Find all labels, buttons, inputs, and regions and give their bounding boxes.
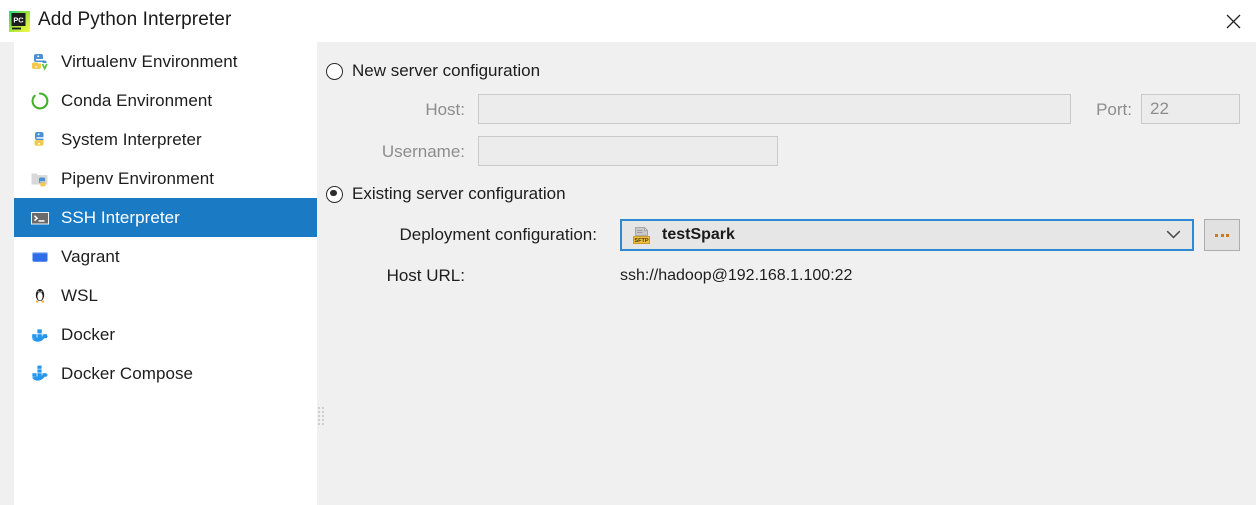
svg-text:PC: PC bbox=[13, 16, 24, 25]
sidebar-item-virtualenv-environment[interactable]: Virtualenv Environment bbox=[14, 42, 317, 81]
sidebar-item-label: Conda Environment bbox=[61, 90, 213, 110]
sidebar-item-vagrant[interactable]: Vagrant bbox=[14, 237, 317, 276]
dialog-content: Virtualenv Environment Conda Environment bbox=[0, 42, 1256, 505]
new-server-configuration-label: New server configuration bbox=[352, 61, 541, 80]
deployment-configuration-label: Deployment configuration: bbox=[399, 225, 597, 244]
sidebar-item-docker-compose[interactable]: Docker Compose bbox=[14, 354, 317, 393]
sidebar-item-system-interpreter[interactable]: System Interpreter bbox=[14, 120, 317, 159]
sidebar-item-wsl[interactable]: WSL bbox=[14, 276, 317, 315]
deployment-configuration-value: testSpark bbox=[662, 226, 735, 243]
sidebar-item-label: Pipenv Environment bbox=[61, 168, 215, 188]
port-label: Port: bbox=[1096, 100, 1132, 119]
deployment-configuration-dropdown[interactable]: SFTP testSpark bbox=[620, 219, 1194, 251]
title-bar: PC Add Python Interpreter bbox=[0, 0, 1256, 42]
host-url-value: ssh://hadoop@192.168.1.100:22 bbox=[620, 267, 853, 284]
browse-deployment-configuration-button[interactable] bbox=[1204, 219, 1240, 251]
sidebar-item-ssh-interpreter[interactable]: SSH Interpreter bbox=[14, 198, 317, 237]
new-server-configuration-radio[interactable]: New server configuration bbox=[326, 61, 540, 81]
sidebar-item-pipenv-environment[interactable]: Pipenv Environment bbox=[14, 159, 317, 198]
vagrant-icon bbox=[30, 247, 50, 267]
sidebar-item-label: SSH Interpreter bbox=[61, 207, 180, 227]
pipenv-icon bbox=[30, 169, 50, 189]
sidebar-item-label: Vagrant bbox=[61, 246, 120, 266]
radio-unchecked-icon bbox=[326, 62, 343, 80]
host-input[interactable] bbox=[478, 94, 1071, 124]
existing-server-configuration-radio[interactable]: Existing server configuration bbox=[326, 184, 566, 204]
docker-icon bbox=[30, 325, 50, 345]
chevron-down-icon[interactable] bbox=[1166, 226, 1181, 244]
sidebar-item-label: System Interpreter bbox=[61, 129, 202, 149]
sidebar-item-label: Docker bbox=[61, 324, 116, 344]
host-url-label: Host URL: bbox=[386, 266, 465, 285]
ssh-interpreter-settings-panel: New server configuration Host: Port: Use… bbox=[326, 42, 1255, 505]
pycharm-icon: PC bbox=[9, 11, 30, 32]
sidebar-item-conda-environment[interactable]: Conda Environment bbox=[14, 81, 317, 120]
radio-checked-icon bbox=[326, 185, 343, 203]
linux-penguin-icon bbox=[30, 286, 50, 306]
close-icon[interactable] bbox=[1210, 0, 1256, 42]
sidebar-item-docker[interactable]: Docker bbox=[14, 315, 317, 354]
sidebar-item-label: WSL bbox=[61, 285, 98, 305]
host-label: Host: bbox=[425, 100, 465, 119]
terminal-icon bbox=[30, 208, 50, 228]
virtualenv-icon bbox=[30, 52, 50, 72]
conda-icon bbox=[30, 91, 50, 111]
sidebar-item-label: Virtualenv Environment bbox=[61, 51, 238, 71]
sidebar-splitter[interactable] bbox=[317, 42, 326, 505]
add-python-interpreter-dialog: PC Add Python Interpreter Virtualenv Env… bbox=[0, 0, 1256, 505]
sftp-icon: SFTP bbox=[632, 225, 654, 245]
existing-server-configuration-label: Existing server configuration bbox=[352, 184, 566, 203]
splitter-grip-icon bbox=[318, 407, 325, 426]
docker-compose-icon bbox=[30, 364, 50, 384]
interpreter-type-list[interactable]: Virtualenv Environment Conda Environment bbox=[14, 42, 317, 505]
username-label: Username: bbox=[381, 142, 465, 161]
python-icon bbox=[30, 130, 50, 150]
port-input[interactable] bbox=[1141, 94, 1240, 124]
sidebar-item-label: Docker Compose bbox=[61, 363, 194, 383]
svg-text:SFTP: SFTP bbox=[634, 238, 649, 244]
username-input[interactable] bbox=[478, 136, 778, 166]
window-title: Add Python Interpreter bbox=[38, 9, 232, 30]
